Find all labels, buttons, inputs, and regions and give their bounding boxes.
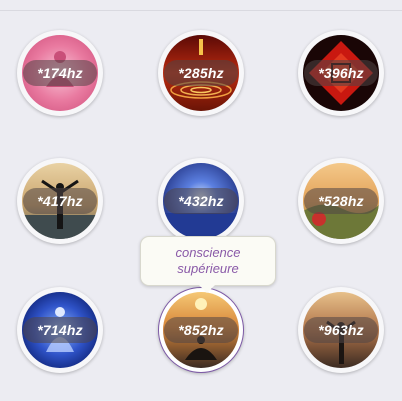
frequency-label: *528hz [318, 193, 364, 209]
tooltip-line-1: conscience [175, 245, 241, 260]
frequency-label-pill: *528hz [304, 188, 378, 214]
frequency-label: *432hz [178, 193, 224, 209]
frequency-label-pill: *963hz [304, 317, 378, 343]
frequency-tile-528[interactable]: *528hz [298, 158, 384, 244]
frequency-tile-852[interactable]: *852hz [158, 287, 244, 373]
frequency-label: *396hz [318, 65, 364, 81]
frequency-tile-714[interactable]: *714hz [17, 287, 103, 373]
frequency-label-pill: *852hz [164, 317, 238, 343]
tooltip-arrow [197, 283, 217, 293]
frequency-tooltip: conscience supérieure [140, 236, 276, 293]
frequency-tile-285[interactable]: *285hz [158, 30, 244, 116]
frequency-label-pill: *432hz [164, 188, 238, 214]
tooltip-line-2: supérieure [177, 261, 239, 276]
frequency-grid: *174hz *285hz *396hz *417hz *432hz *528h… [0, 0, 402, 401]
frequency-tile-174[interactable]: *174hz [17, 30, 103, 116]
frequency-tile-417[interactable]: *417hz [17, 158, 103, 244]
frequency-tile-432[interactable]: *432hz [158, 158, 244, 244]
frequency-label: *285hz [178, 65, 224, 81]
frequency-tile-396[interactable]: *396hz [298, 30, 384, 116]
frequency-label-pill: *396hz [304, 60, 378, 86]
frequency-label: *852hz [178, 322, 224, 338]
frequency-tile-963[interactable]: *963hz [298, 287, 384, 373]
frequency-label: *714hz [37, 322, 83, 338]
frequency-label-pill: *417hz [23, 188, 97, 214]
frequency-label: *963hz [318, 322, 364, 338]
frequency-label-pill: *285hz [164, 60, 238, 86]
frequency-label-pill: *174hz [23, 60, 97, 86]
frequency-label: *417hz [37, 193, 83, 209]
frequency-label: *174hz [37, 65, 83, 81]
frequency-label-pill: *714hz [23, 317, 97, 343]
